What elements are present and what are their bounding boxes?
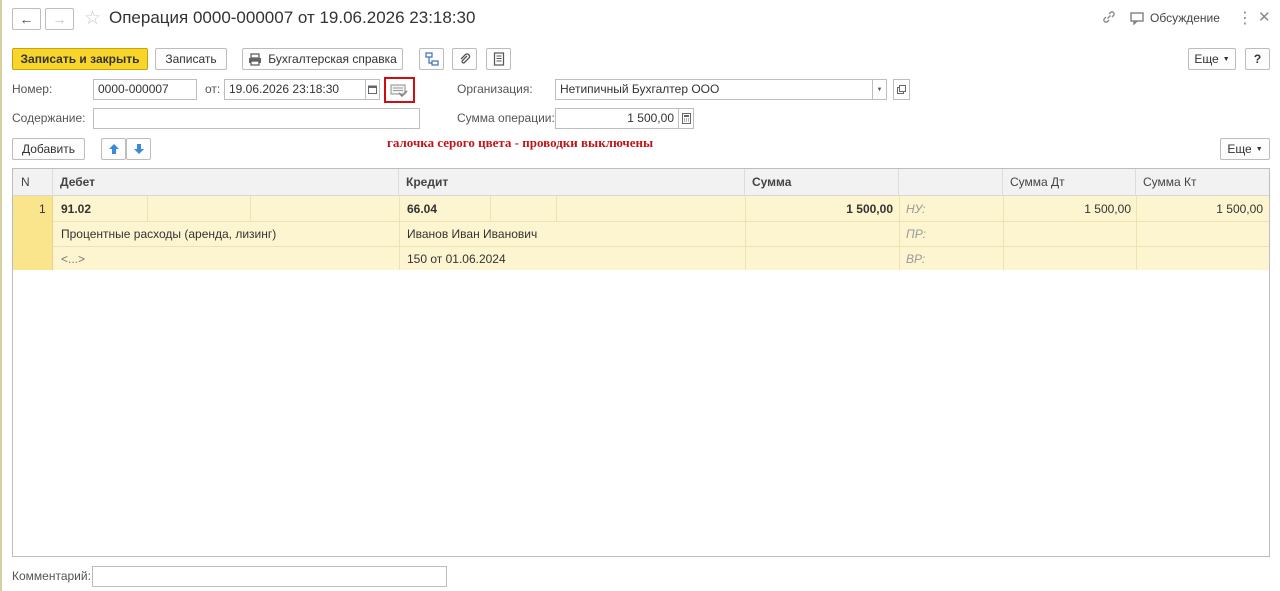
save-button[interactable]: Записать xyxy=(155,48,227,70)
accounting-ref-label: Бухгалтерская справка xyxy=(268,52,397,66)
cell-divider xyxy=(147,196,148,221)
postings-table[interactable]: N Дебет Кредит Сумма Сумма Дт Сумма Кт 1… xyxy=(12,168,1270,557)
move-down-button[interactable] xyxy=(126,138,151,160)
arrow-left-icon: ← xyxy=(19,11,34,27)
arrow-down-icon xyxy=(133,144,144,154)
chat-icon xyxy=(1130,11,1144,25)
arrow-right-icon: → xyxy=(52,11,67,27)
structure-button[interactable] xyxy=(419,48,444,70)
page-title: Операция 0000-000007 от 19.06.2026 23:18… xyxy=(109,8,476,27)
credit-subconto-1[interactable]: Иванов Иван Иванович xyxy=(407,227,537,241)
table-header: N Дебет Кредит Сумма Сумма Дт Сумма Кт xyxy=(13,169,1269,196)
content-label: Содержание: xyxy=(12,111,86,125)
help-button[interactable]: ? xyxy=(1245,48,1270,70)
operation-sum-label: Сумма операции: xyxy=(457,111,555,125)
col-header-sum-kt[interactable]: Сумма Кт xyxy=(1136,169,1269,196)
col-header-n[interactable]: N xyxy=(13,169,53,196)
move-up-button[interactable] xyxy=(101,138,126,160)
comment-field[interactable] xyxy=(92,566,447,587)
vr-label: ВР: xyxy=(906,252,926,266)
forward-button[interactable]: → xyxy=(45,8,74,30)
more-label: Еще xyxy=(1194,52,1219,66)
annotation-text: галочка серого цвета - проводки выключен… xyxy=(387,135,654,150)
structure-icon xyxy=(424,52,439,66)
more-button[interactable]: Еще ▼ xyxy=(1188,48,1236,70)
table-more-button[interactable]: Еще ▼ xyxy=(1220,138,1270,160)
col-header-sum-dt[interactable]: Сумма Дт xyxy=(1003,169,1136,196)
nu-label: НУ: xyxy=(906,202,926,216)
operation-sum-field[interactable]: 1 500,00 xyxy=(555,108,679,129)
credit-account[interactable]: 66.04 xyxy=(407,202,437,216)
cell-divider xyxy=(556,196,557,221)
arrow-up-icon xyxy=(108,144,119,154)
paperclip-icon xyxy=(460,53,470,64)
organization-dropdown-button[interactable]: ▼ xyxy=(872,79,887,100)
back-button[interactable]: ← xyxy=(12,8,41,30)
chevron-down-icon: ▼ xyxy=(876,86,883,93)
window-left-edge xyxy=(0,0,2,591)
col-header-credit[interactable]: Кредит xyxy=(399,169,745,196)
cell-divider xyxy=(490,196,491,221)
organization-field[interactable]: Нетипичный Бухгалтер ООО xyxy=(555,79,873,100)
cell-divider xyxy=(899,196,900,270)
link-icon[interactable] xyxy=(1101,9,1117,29)
content-field[interactable] xyxy=(93,108,420,129)
row-divider xyxy=(53,246,1269,247)
favorite-star-icon[interactable]: ☆ xyxy=(84,7,101,30)
number-field[interactable]: 0000-000007 xyxy=(93,79,197,100)
debit-subconto-2[interactable]: <...> xyxy=(61,252,85,266)
row-sum[interactable]: 1 500,00 xyxy=(745,202,893,216)
row-sum-dt[interactable]: 1 500,00 xyxy=(1003,202,1131,216)
row-divider xyxy=(53,221,1269,222)
col-header-tax-type[interactable] xyxy=(899,169,1003,196)
row-sum-kt[interactable]: 1 500,00 xyxy=(1136,202,1263,216)
save-close-button[interactable]: Записать и закрыть xyxy=(12,48,148,70)
debit-subconto-1[interactable]: Процентные расходы (аренда, лизинг) xyxy=(61,227,276,241)
report-button[interactable] xyxy=(486,48,511,70)
date-field[interactable]: 19.06.2026 23:18:30 xyxy=(224,79,366,100)
attach-button[interactable] xyxy=(452,48,477,70)
document-lines-icon xyxy=(493,52,504,66)
close-icon[interactable]: ✕ xyxy=(1258,8,1271,26)
calendar-button[interactable] xyxy=(365,79,380,100)
table-more-label: Еще xyxy=(1227,142,1252,156)
comment-label: Комментарий: xyxy=(12,569,91,583)
printer-icon xyxy=(249,52,262,66)
discussion-label: Обсуждение xyxy=(1150,11,1220,25)
calculator-button[interactable] xyxy=(678,108,694,129)
accounting-ref-button[interactable]: Бухгалтерская справка xyxy=(242,48,403,70)
annotation-highlight-box xyxy=(384,77,415,103)
credit-subconto-2[interactable]: 150 от 01.06.2024 xyxy=(407,252,506,266)
calendar-icon xyxy=(368,85,377,94)
cell-divider xyxy=(250,196,251,221)
calculator-icon xyxy=(681,113,691,124)
chevron-down-icon: ▼ xyxy=(1255,145,1263,153)
cell-divider xyxy=(399,196,400,270)
row-number-cell xyxy=(13,196,53,270)
pr-label: ПР: xyxy=(906,227,926,241)
debit-account[interactable]: 91.02 xyxy=(61,202,91,216)
organization-label: Организация: xyxy=(457,82,533,96)
open-window-icon xyxy=(897,85,906,94)
number-label: Номер: xyxy=(12,82,53,96)
date-from-label: от: xyxy=(205,82,221,96)
organization-open-button[interactable] xyxy=(893,79,910,100)
col-header-sum[interactable]: Сумма xyxy=(745,169,899,196)
discussion-button[interactable]: Обсуждение xyxy=(1130,11,1220,25)
more-vertical-icon[interactable]: ⋮ xyxy=(1237,8,1253,28)
chevron-down-icon: ▼ xyxy=(1222,55,1230,63)
col-header-debit[interactable]: Дебет xyxy=(53,169,399,196)
add-row-button[interactable]: Добавить xyxy=(12,138,85,160)
row-number: 1 xyxy=(39,202,46,216)
